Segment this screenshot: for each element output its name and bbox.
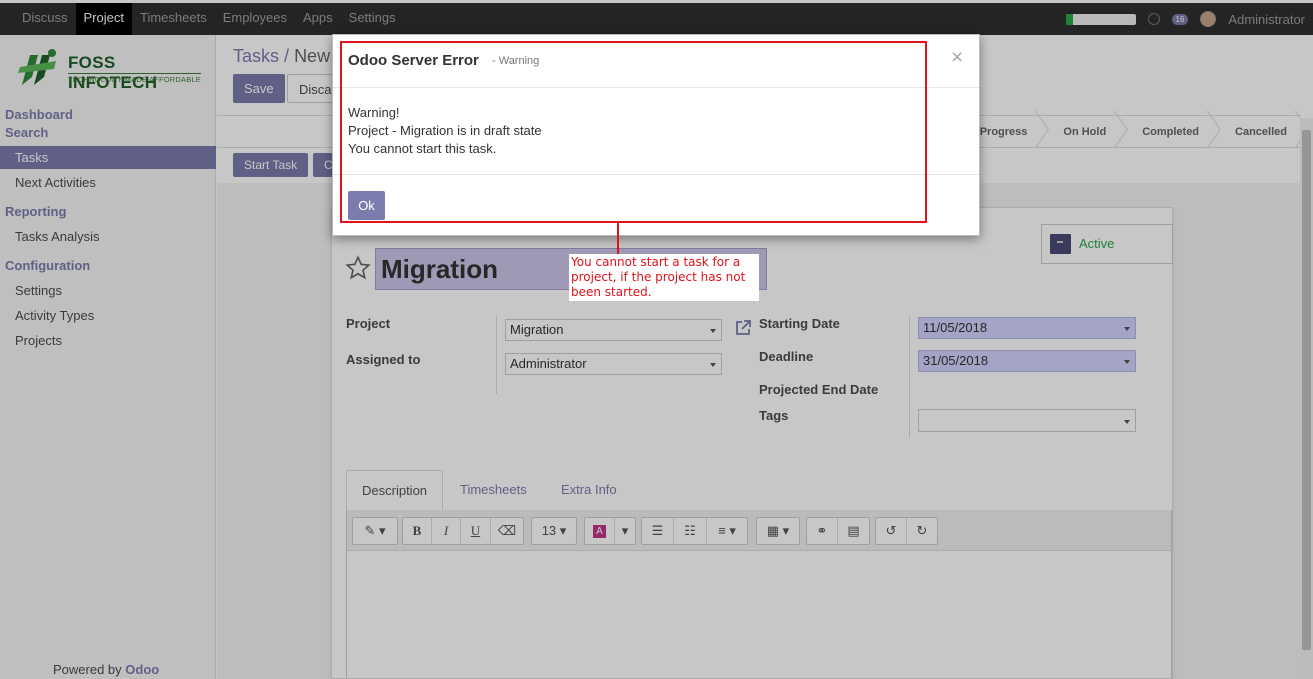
annotation-connector: [617, 222, 619, 254]
close-icon[interactable]: ×: [951, 46, 963, 70]
annotation-callout: You cannot start a task for a project, i…: [569, 254, 759, 301]
annotation-highlight-box: [340, 41, 927, 223]
